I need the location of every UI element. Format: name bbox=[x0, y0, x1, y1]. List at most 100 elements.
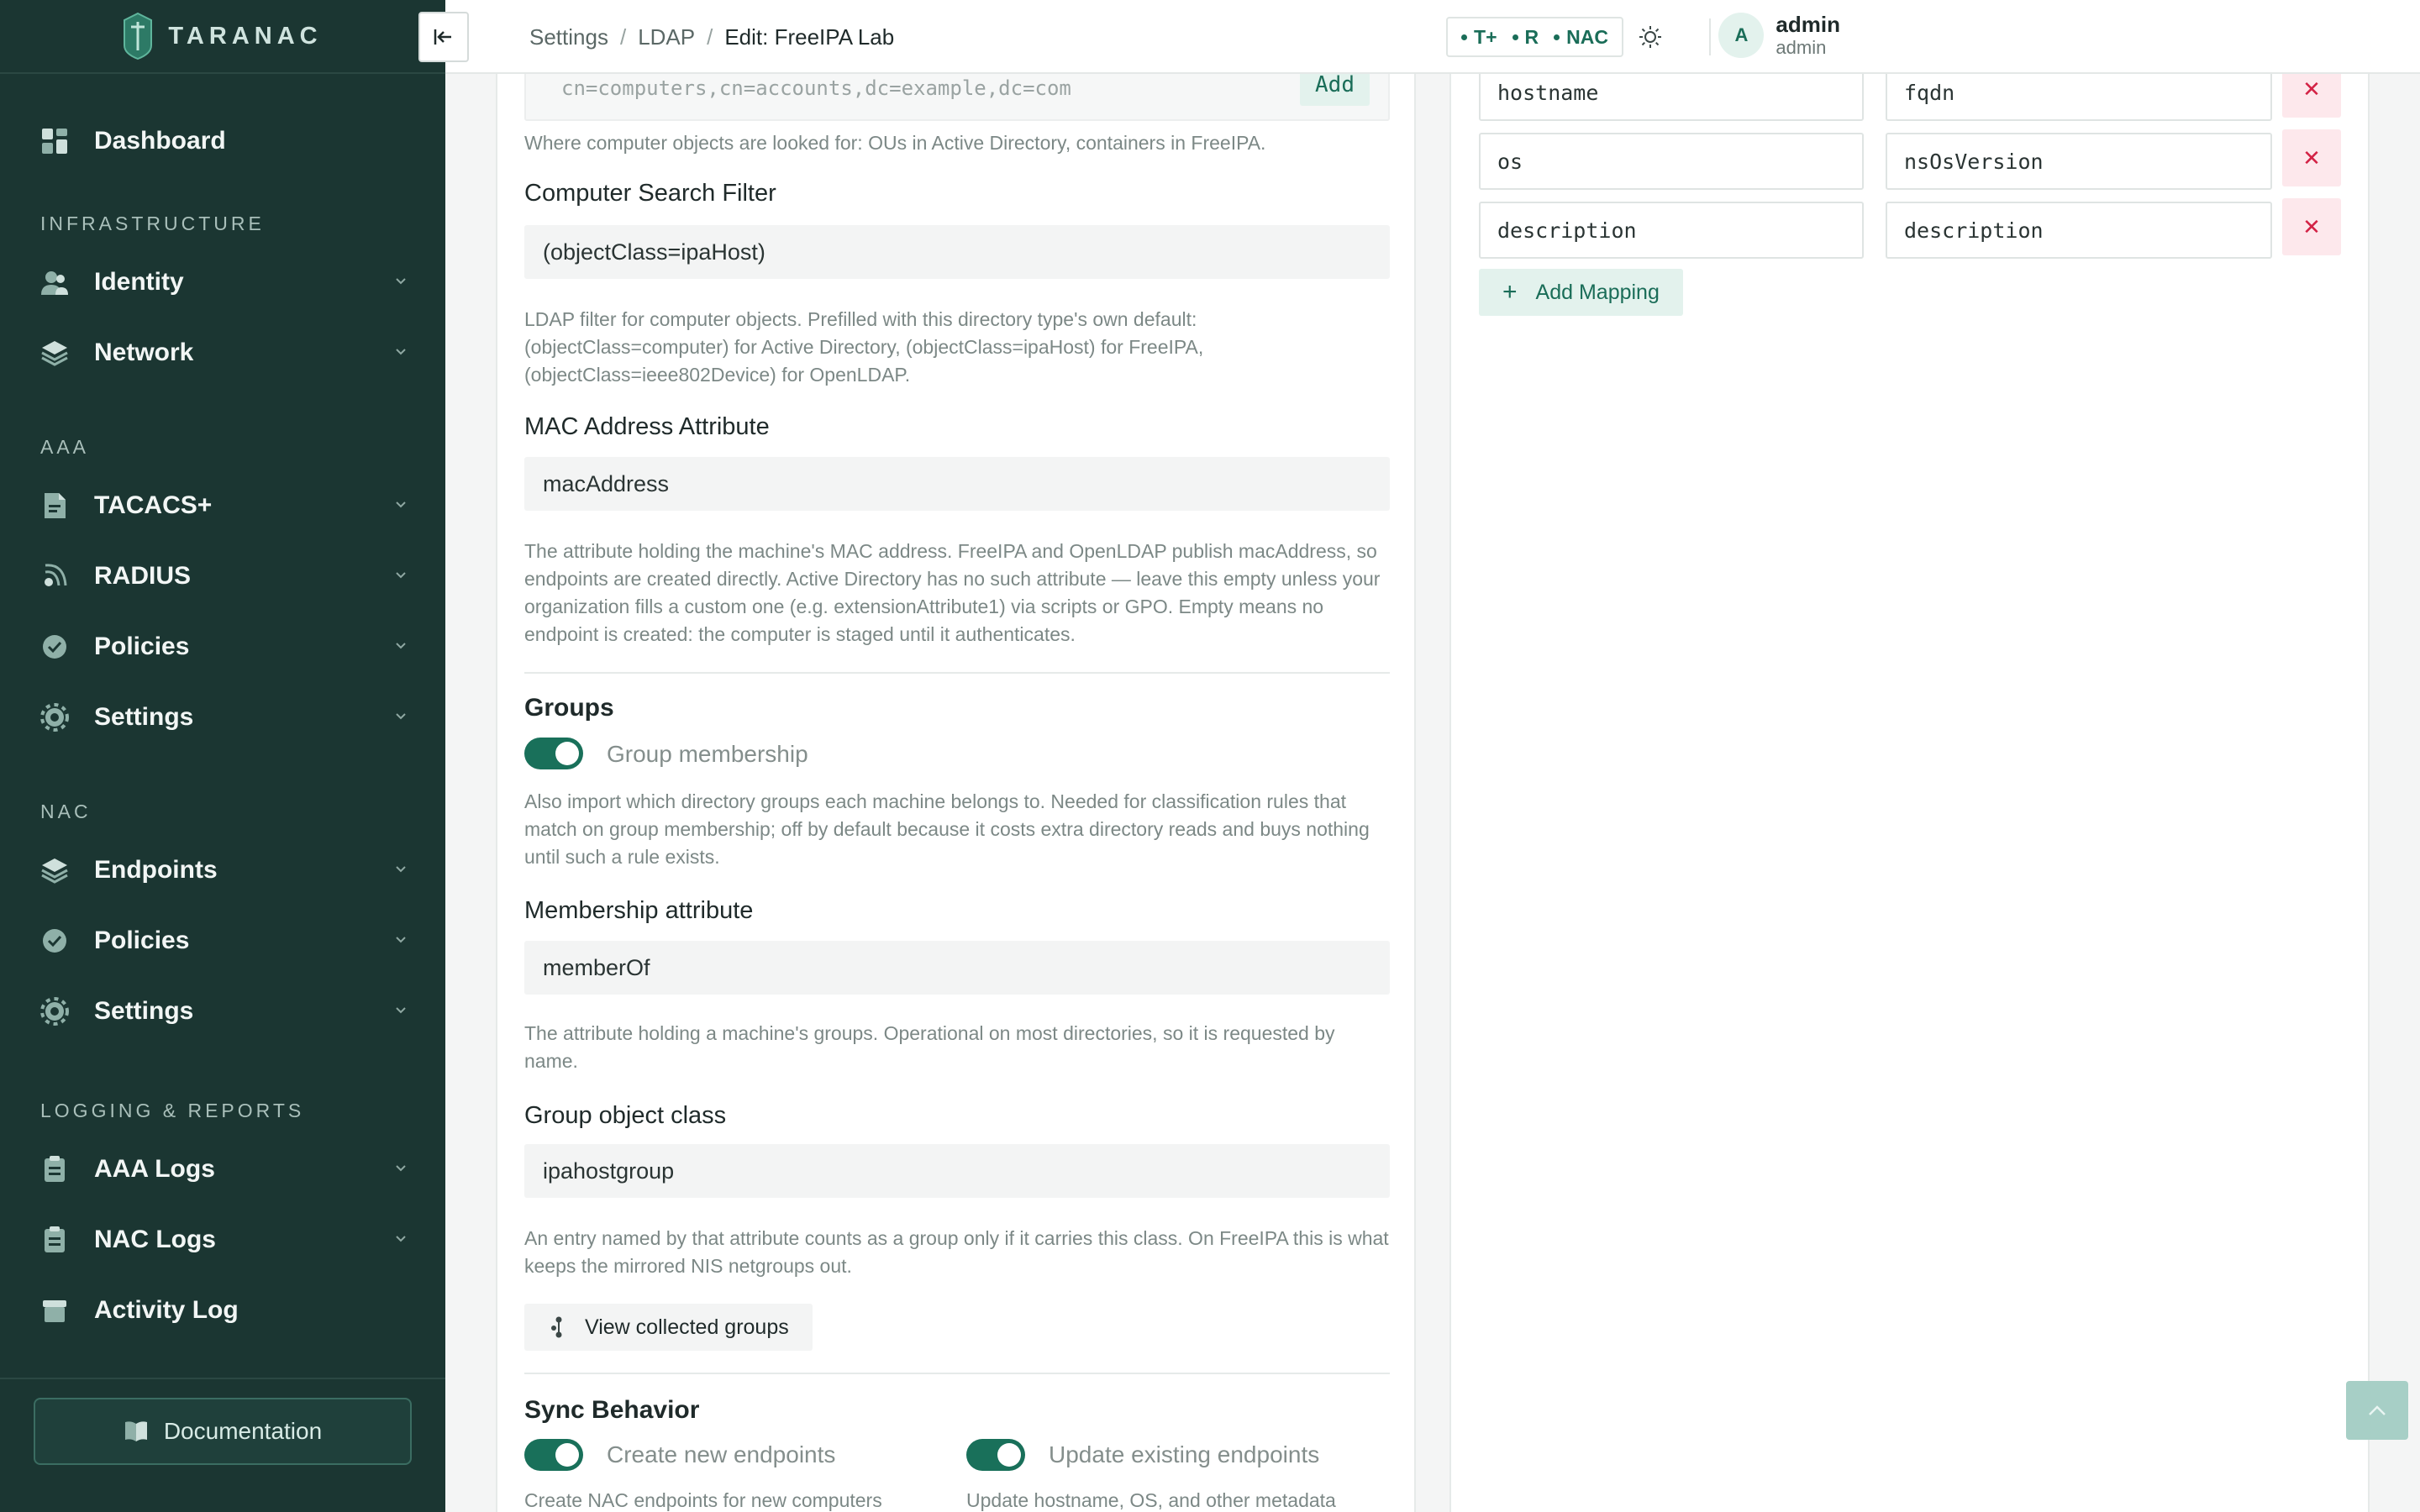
sidebar-item-tacacs[interactable]: TACACS+ bbox=[0, 470, 445, 541]
status-dot bbox=[1554, 34, 1560, 40]
sidebar-item-label: Policies bbox=[94, 927, 190, 954]
clipboard-icon bbox=[40, 1155, 69, 1184]
sidebar-item-nac-settings[interactable]: Settings bbox=[0, 976, 445, 1047]
brand-name: TARANAC bbox=[168, 22, 323, 50]
mac-attribute-input[interactable]: macAddress bbox=[524, 457, 1390, 511]
user-menu[interactable]: A admin admin bbox=[1718, 12, 1840, 59]
group-object-class-help: An entry named by that attribute counts … bbox=[524, 1227, 1389, 1277]
collapse-left-icon bbox=[434, 29, 451, 45]
chevron-down-icon bbox=[396, 713, 406, 720]
mapping-ldap-input[interactable]: description bbox=[1479, 202, 1864, 259]
dashboard-icon bbox=[40, 127, 69, 155]
chevron-down-icon bbox=[396, 937, 406, 943]
sidebar-item-label: NAC Logs bbox=[94, 1226, 216, 1253]
sidebar-item-aaa-settings[interactable]: Settings bbox=[0, 682, 445, 753]
chevron-down-icon bbox=[396, 349, 406, 355]
computer-filter-input[interactable]: (objectClass=ipaHost) bbox=[524, 225, 1390, 279]
gear-icon bbox=[40, 703, 69, 732]
status-badge-tacacs: T+ bbox=[1461, 26, 1497, 49]
breadcrumb-separator: / bbox=[619, 24, 627, 50]
chevron-down-icon bbox=[396, 501, 406, 508]
group-membership-toggle[interactable] bbox=[524, 738, 583, 769]
delete-mapping-button[interactable]: ✕ bbox=[2282, 198, 2341, 255]
add-mapping-button[interactable]: + Add Mapping bbox=[1479, 269, 1683, 316]
sidebar-item-label: Settings bbox=[94, 997, 194, 1025]
status-badge-label: R bbox=[1524, 25, 1539, 48]
update-endpoints-help: Update hostname, OS, and other metadata bbox=[966, 1489, 1336, 1511]
check-badge-icon bbox=[40, 633, 69, 661]
radius-icon bbox=[40, 562, 69, 591]
sidebar-item-dashboard[interactable]: Dashboard bbox=[0, 106, 445, 176]
hierarchy-icon bbox=[551, 1316, 562, 1338]
update-endpoints-label: Update existing endpoints bbox=[1049, 1441, 1320, 1467]
sidebar-item-activity-log[interactable]: Activity Log bbox=[0, 1275, 445, 1346]
create-endpoints-toggle[interactable] bbox=[524, 1439, 583, 1471]
delete-mapping-button[interactable]: ✕ bbox=[2282, 129, 2341, 186]
service-status-badges: T+ R NAC bbox=[1446, 17, 1623, 57]
sidebar-nav: Dashboard INFRASTRUCTURE Identity Networ… bbox=[0, 74, 445, 1346]
mapping-field-input[interactable]: nsOsVersion bbox=[1886, 133, 2272, 190]
status-badge-nac: NAC bbox=[1554, 26, 1608, 49]
mac-attribute-label: MAC Address Attribute bbox=[524, 413, 770, 440]
avatar: A bbox=[1718, 13, 1765, 58]
mapping-ldap-input[interactable]: os bbox=[1479, 133, 1864, 190]
sidebar-item-aaa-policies[interactable]: Policies bbox=[0, 612, 445, 682]
theme-toggle-button[interactable] bbox=[1634, 20, 1667, 54]
user-role: admin bbox=[1776, 37, 1827, 58]
chevron-down-icon bbox=[396, 278, 406, 285]
sidebar-item-nac-logs[interactable]: NAC Logs bbox=[0, 1205, 445, 1275]
sync-behavior-heading: Sync Behavior bbox=[524, 1396, 700, 1424]
group-object-class-input[interactable]: ipahostgroup bbox=[524, 1144, 1390, 1198]
computer-base-placeholder: cn=computers,cn=accounts,dc=example,dc=c… bbox=[561, 76, 1071, 100]
header-divider bbox=[1709, 18, 1711, 55]
sidebar-item-label: AAA Logs bbox=[94, 1155, 215, 1183]
plus-icon: + bbox=[1502, 278, 1518, 306]
sun-icon bbox=[1639, 26, 1661, 48]
scroll-to-top-button[interactable] bbox=[2346, 1381, 2408, 1440]
divider bbox=[524, 672, 1390, 674]
sidebar-footer: Documentation bbox=[0, 1378, 445, 1512]
update-endpoints-toggle[interactable] bbox=[966, 1439, 1025, 1471]
view-collected-groups-label: View collected groups bbox=[585, 1315, 789, 1339]
user-name: admin bbox=[1776, 12, 1840, 37]
view-collected-groups-button[interactable]: View collected groups bbox=[524, 1304, 813, 1351]
status-badge-label: T+ bbox=[1474, 25, 1497, 48]
shield-logo-icon bbox=[124, 12, 153, 60]
mapping-field-input[interactable]: description bbox=[1886, 202, 2272, 259]
sidebar-item-label: Settings bbox=[94, 703, 194, 731]
breadcrumb-ldap[interactable]: LDAP bbox=[638, 24, 695, 50]
group-object-class-label: Group object class bbox=[524, 1102, 727, 1129]
chevron-down-icon bbox=[396, 1165, 406, 1172]
membership-attribute-input[interactable]: memberOf bbox=[524, 941, 1390, 995]
sidebar-item-endpoints[interactable]: Endpoints bbox=[0, 835, 445, 906]
users-icon bbox=[40, 268, 69, 297]
breadcrumb-settings[interactable]: Settings bbox=[529, 24, 608, 50]
breadcrumb: Settings / LDAP / Edit: FreeIPA Lab bbox=[529, 0, 894, 74]
chevron-down-icon bbox=[396, 1007, 406, 1014]
create-endpoints-help: Create NAC endpoints for new computers bbox=[524, 1489, 882, 1511]
chevron-down-icon bbox=[396, 572, 406, 579]
sidebar-item-network[interactable]: Network bbox=[0, 318, 445, 388]
layers-icon bbox=[40, 856, 69, 885]
status-dot bbox=[1461, 34, 1468, 40]
sidebar-item-aaa-logs[interactable]: AAA Logs bbox=[0, 1134, 445, 1205]
chevron-down-icon bbox=[396, 643, 406, 649]
membership-attribute-help: The attribute holding a machine's groups… bbox=[524, 1022, 1335, 1072]
chevron-down-icon bbox=[396, 866, 406, 873]
create-endpoints-label: Create new endpoints bbox=[607, 1441, 836, 1467]
sidebar-item-identity[interactable]: Identity bbox=[0, 247, 445, 318]
sidebar-item-radius[interactable]: RADIUS bbox=[0, 541, 445, 612]
add-mapping-label: Add Mapping bbox=[1535, 280, 1660, 304]
computer-filter-label: Computer Search Filter bbox=[524, 180, 776, 207]
sidebar-item-nac-policies[interactable]: Policies bbox=[0, 906, 445, 976]
section-logging: LOGGING & REPORTS bbox=[40, 1100, 305, 1121]
breadcrumb-separator: / bbox=[707, 24, 713, 50]
sidebar-item-label: Identity bbox=[94, 268, 184, 296]
status-dot bbox=[1512, 34, 1518, 40]
documentation-button[interactable]: Documentation bbox=[34, 1398, 412, 1465]
status-badge-radius: R bbox=[1512, 26, 1539, 49]
collapse-sidebar-button[interactable] bbox=[418, 12, 469, 62]
chevron-up-icon bbox=[2369, 1405, 2386, 1415]
divider bbox=[524, 1373, 1390, 1374]
brand[interactable]: TARANAC bbox=[0, 0, 445, 74]
